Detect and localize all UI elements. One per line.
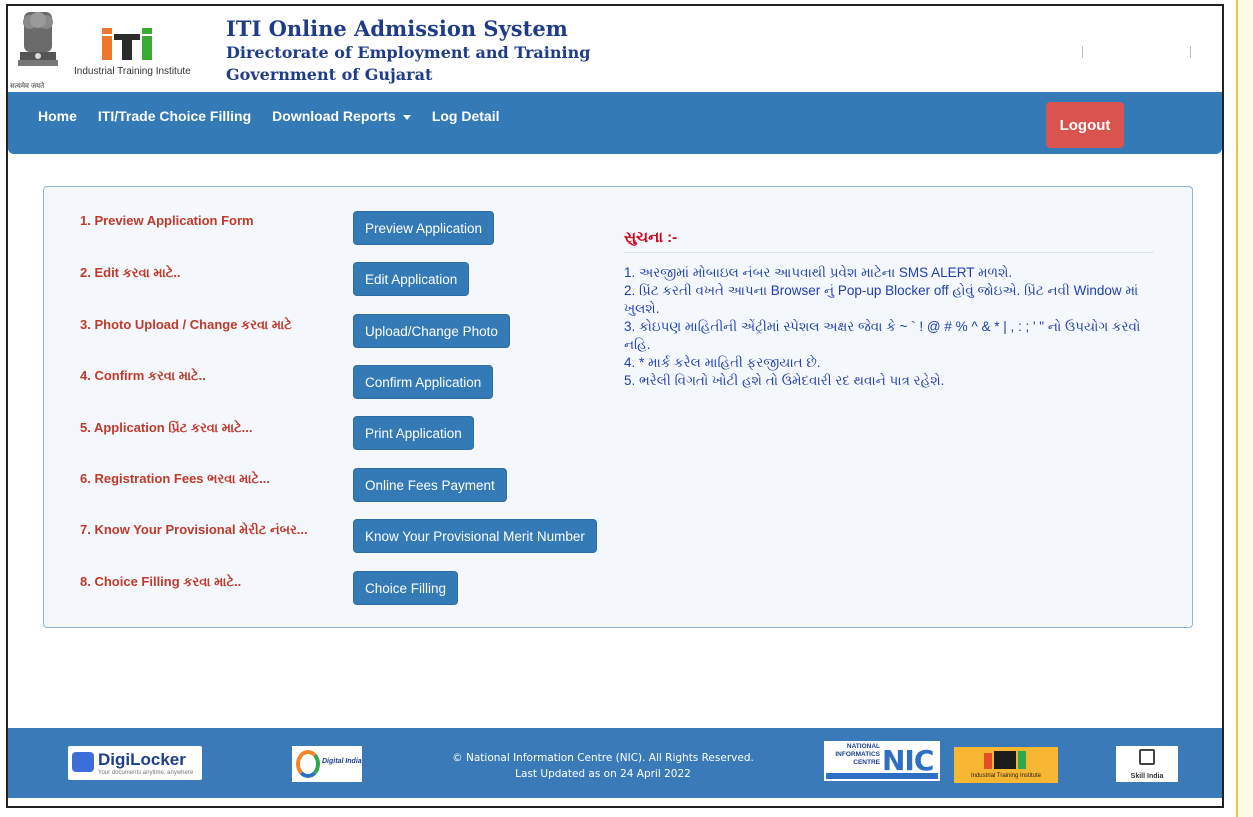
copyright-text: © National Information Centre (NIC). All… xyxy=(452,752,754,764)
nav-download-reports[interactable]: Download Reports xyxy=(272,108,411,124)
online-fees-payment-button[interactable]: Online Fees Payment xyxy=(353,468,507,502)
digital-india-label: Digital India xyxy=(322,758,362,765)
digilocker-logo[interactable]: DigiLocker Your documents anytime, anywh… xyxy=(68,746,202,780)
application-actions-panel: 1. Preview Application Form Preview Appl… xyxy=(43,186,1193,628)
nav-home[interactable]: Home xyxy=(38,108,77,124)
nav-trade-choice-filling[interactable]: ITI/Trade Choice Filling xyxy=(98,108,251,124)
upload-change-photo-button[interactable]: Upload/Change Photo xyxy=(353,314,510,348)
step-label-preview: 1. Preview Application Form xyxy=(80,213,254,228)
digital-india-logo[interactable]: Digital India xyxy=(292,746,362,782)
step-label-merit: 7. Know Your Provisional મેરીટ નંબર... xyxy=(80,522,308,537)
site-title: ITI Online Admission System xyxy=(226,16,568,41)
cloud-lock-icon xyxy=(72,752,94,772)
instructions-notice: સુચના :- 1. અરજીમાં મોબાઇલ નંબર આપવાથી પ… xyxy=(624,229,1154,390)
step-label-fees: 6. Registration Fees ભરવા માટે... xyxy=(80,471,270,486)
step-label-choice: 8. Choice Filling કરવા માટે.. xyxy=(80,574,242,589)
site-header: सत्यमेव जयते Industrial Training Institu… xyxy=(8,6,1222,92)
iti-caption: Industrial Training Institute xyxy=(74,66,191,77)
last-updated-text: Last Updated as on 24 April 2022 xyxy=(515,768,691,780)
site-subtitle-department: Directorate of Employment and Training xyxy=(226,43,591,62)
national-emblem-icon xyxy=(18,12,58,66)
nav-links: Home ITI/Trade Choice Filling Download R… xyxy=(38,108,521,124)
iti-logo-icon xyxy=(102,28,152,60)
notice-list: 1. અરજીમાં મોબાઇલ નંબર આપવાથી પ્રવેશ માટ… xyxy=(624,264,1154,390)
header-titles: ITI Online Admission System Directorate … xyxy=(226,16,590,86)
iti-footer-caption: Industrial Training Institute xyxy=(970,773,1042,779)
iti-logo: Industrial Training Institute xyxy=(74,24,214,86)
print-application-button[interactable]: Print Application xyxy=(353,416,474,450)
header-separators xyxy=(1082,46,1192,58)
confirm-application-button[interactable]: Confirm Application xyxy=(353,365,494,399)
notice-title: સુચના :- xyxy=(624,229,1154,253)
nic-logo[interactable]: NATIONAL INFORMATICS CENTRE NIC xyxy=(824,741,940,781)
iti-mark-part xyxy=(994,751,1016,769)
skill-india-icon xyxy=(1139,749,1155,765)
skill-india-label: Skill India xyxy=(1130,773,1164,780)
step-label-print: 5. Application પ્રિંટ કરવા માટે... xyxy=(80,420,253,435)
nic-full-name: NATIONAL INFORMATICS CENTRE xyxy=(835,743,880,766)
know-merit-number-button[interactable]: Know Your Provisional Merit Number xyxy=(353,519,597,553)
preview-application-button[interactable]: Preview Application xyxy=(353,211,495,245)
digilocker-label: DigiLocker xyxy=(98,750,186,769)
page-frame: सत्यमेव जयते Industrial Training Institu… xyxy=(6,4,1224,808)
digital-india-icon xyxy=(296,750,320,778)
nav-log-detail[interactable]: Log Detail xyxy=(432,108,500,124)
edit-application-button[interactable]: Edit Application xyxy=(353,262,470,296)
iti-mark-part xyxy=(1018,751,1026,769)
caret-down-icon xyxy=(402,114,411,120)
iti-mark-icon xyxy=(984,753,992,769)
notice-item: 5. ભરેલી વિગતો ખોટી હશે તો ઉમેદવારી રદ થ… xyxy=(624,373,945,388)
footer-copyright: © National Information Centre (NIC). All… xyxy=(408,750,798,782)
choice-filling-button[interactable]: Choice Filling xyxy=(353,571,459,605)
side-panel xyxy=(1236,0,1253,817)
notice-item: 4. * માર્ક કરેલ માહિતી ફરજીયાત છે. xyxy=(624,355,821,370)
notice-item: 3. કોઇપણ માહિતીની એંટ્રીમાં સ્પેશલ અક્ષર… xyxy=(624,319,1141,352)
logout-button[interactable]: Logout xyxy=(1046,102,1124,148)
notice-item: 1. અરજીમાં મોબાઇલ નંબર આપવાથી પ્રવેશ માટ… xyxy=(624,265,1013,280)
skill-india-logo[interactable]: Skill India xyxy=(1116,746,1178,782)
site-footer: DigiLocker Your documents anytime, anywh… xyxy=(8,728,1222,798)
step-label-edit: 2. Edit કરવા માટે.. xyxy=(80,265,181,280)
main-navbar: Home ITI/Trade Choice Filling Download R… xyxy=(8,92,1222,154)
iti-footer-logo[interactable]: Industrial Training Institute xyxy=(954,747,1058,783)
digilocker-tagline: Your documents anytime, anywhere xyxy=(98,770,194,776)
emblem-caption: सत्यमेव जयते xyxy=(10,83,45,90)
site-subtitle-government: Government of Gujarat xyxy=(226,65,433,84)
nav-download-reports-label: Download Reports xyxy=(272,108,396,124)
nic-strip xyxy=(826,773,938,779)
notice-item: 2. પ્રિંટ કરતી વખતે આપના Browser નું Pop… xyxy=(624,283,1139,316)
step-label-photo: 3. Photo Upload / Change કરવા માટે xyxy=(80,317,292,332)
step-label-confirm: 4. Confirm કરવા માટે.. xyxy=(80,368,206,383)
